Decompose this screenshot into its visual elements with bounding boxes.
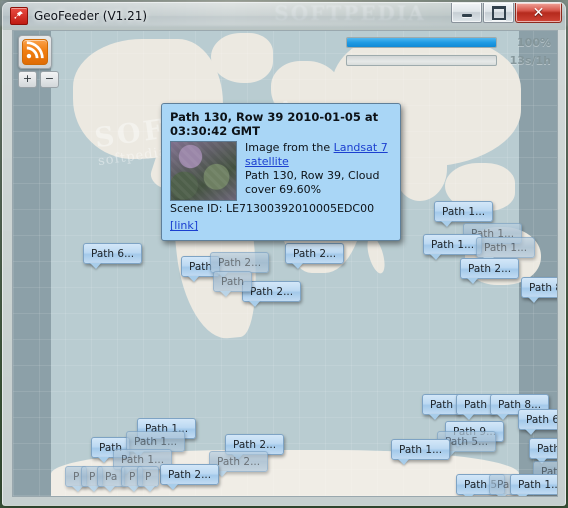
minimize-icon: [461, 13, 472, 17]
refresh-timer-bar: [346, 55, 497, 66]
map-marker[interactable]: Path 6...: [518, 409, 557, 430]
maximize-button[interactable]: [483, 3, 514, 23]
map-marker-label: Path 1...: [399, 443, 443, 456]
map-marker-label: Path: [464, 398, 488, 411]
popup-description: Image from the Landsat 7 satellite Path …: [245, 141, 392, 201]
map-marker-label: Path 2...: [233, 438, 277, 451]
map-marker-label: Path 2...: [468, 262, 512, 275]
map-marker-label: Path 2...: [217, 455, 261, 468]
map-marker[interactable]: Path 2...: [285, 243, 345, 264]
map-marker[interactable]: Path 5.: [529, 438, 557, 459]
map-marker[interactable]: P: [137, 466, 160, 487]
map-marker-label: Path 1...: [442, 205, 486, 218]
map-marker-label: Pa: [105, 470, 118, 483]
popup-description-prefix: Image from the: [245, 141, 334, 154]
map-marker-label: P: [73, 470, 80, 483]
screenshot-root: SOFTPEDIA GeoFeeder (V1.21) ✕: [0, 0, 568, 508]
progress-panel: 100% 13s/1h: [346, 36, 551, 72]
map-marker-label: P: [145, 470, 152, 483]
application-window: GeoFeeder (V1.21) ✕ softpedia.com Path 6…: [2, 2, 566, 506]
map-marker[interactable]: Path 1...: [476, 237, 536, 258]
map-marker-label: Path 8...: [529, 281, 557, 294]
landmass-india: [395, 139, 447, 201]
satellite-image-thumbnail[interactable]: [170, 141, 237, 201]
map-marker[interactable]: Path 2...: [210, 252, 270, 273]
scene-link[interactable]: [link]: [170, 219, 198, 232]
map-marker-label: Path 6...: [526, 413, 557, 426]
pushpin-glyph: [14, 11, 23, 19]
map-marker[interactable]: Path 1...: [391, 439, 451, 460]
maximize-icon: [491, 5, 506, 20]
progress-row: 100%: [346, 36, 551, 49]
map-marker-label: Path 1..: [518, 478, 557, 491]
window-title: GeoFeeder (V1.21): [34, 9, 148, 23]
popup-details: Path 130, Row 39, Cloud cover 69.60%: [245, 169, 380, 196]
marker-detail-popup[interactable]: Path 130, Row 39 2010-01-05 at 03:30:42 …: [161, 103, 401, 241]
map-marker-label: Path 2...: [168, 468, 212, 481]
close-icon: ✕: [532, 4, 545, 21]
window-controls: ✕: [451, 3, 562, 23]
zoom-in-button[interactable]: +: [18, 71, 37, 88]
popup-scene-id: Scene ID: LE71300392010005EDC00: [170, 202, 375, 215]
pushpin-icon: [10, 7, 28, 25]
rss-feed-button[interactable]: [18, 35, 52, 69]
map-marker[interactable]: Path 8...: [521, 277, 557, 298]
popup-link-row: [link]: [170, 218, 392, 233]
map-marker-label: Path 2...: [293, 247, 337, 260]
map-marker-label: Path 1...: [121, 453, 165, 466]
minimize-button[interactable]: [451, 3, 482, 23]
progress-row: 13s/1h: [346, 54, 551, 67]
map-marker-label: Path 2...: [250, 285, 294, 298]
download-progress-fill: [347, 38, 496, 47]
map-marker-label: Path: [221, 275, 245, 288]
map-marker-label: Path 1...: [431, 238, 475, 251]
zoom-controls: + −: [18, 71, 59, 88]
map-marker[interactable]: Path 6...: [83, 243, 143, 264]
map-marker[interactable]: Path 2...: [460, 258, 520, 279]
map-marker-label: Pa: [497, 478, 510, 491]
world-map[interactable]: SOFTPEDIA softpedia.com Path 6...PathPat…: [13, 31, 557, 496]
rss-feed-icon: [22, 39, 48, 65]
map-marker-label: Path 2...: [218, 256, 262, 269]
download-progress-bar: [346, 37, 497, 48]
refresh-timer-label: 13s/1h: [509, 54, 551, 67]
popup-body: Image from the Landsat 7 satellite Path …: [170, 141, 392, 201]
map-edge-left: [13, 31, 51, 496]
zoom-out-button[interactable]: −: [40, 71, 59, 88]
close-button[interactable]: ✕: [515, 3, 562, 23]
download-progress-label: 100%: [517, 36, 551, 49]
map-marker-label: P: [89, 470, 96, 483]
map-marker[interactable]: Path: [213, 271, 253, 292]
map-marker-label: P: [129, 470, 136, 483]
map-marker-label: Path: [430, 398, 454, 411]
map-marker-label: Path 6...: [91, 247, 135, 260]
map-marker[interactable]: Path 2...: [160, 464, 220, 485]
map-marker[interactable]: Path 1...: [423, 234, 483, 255]
map-marker[interactable]: Path 1..: [510, 474, 557, 495]
map-marker-label: Path 1...: [134, 435, 178, 448]
map-marker-label: Path 5...: [445, 435, 489, 448]
map-marker-label: Path: [189, 260, 213, 273]
landmass-greenland: [211, 33, 273, 83]
rss-glyph-svg: [26, 41, 44, 59]
map-marker-label: Path 5.: [537, 442, 557, 455]
popup-title: Path 130, Row 39 2010-01-05 at 03:30:42 …: [170, 110, 379, 138]
title-bar[interactable]: GeoFeeder (V1.21) ✕: [3, 3, 565, 29]
client-area: SOFTPEDIA softpedia.com Path 6...PathPat…: [12, 30, 558, 497]
map-marker-label: Path 1...: [484, 241, 528, 254]
map-marker[interactable]: Path 1...: [434, 201, 494, 222]
